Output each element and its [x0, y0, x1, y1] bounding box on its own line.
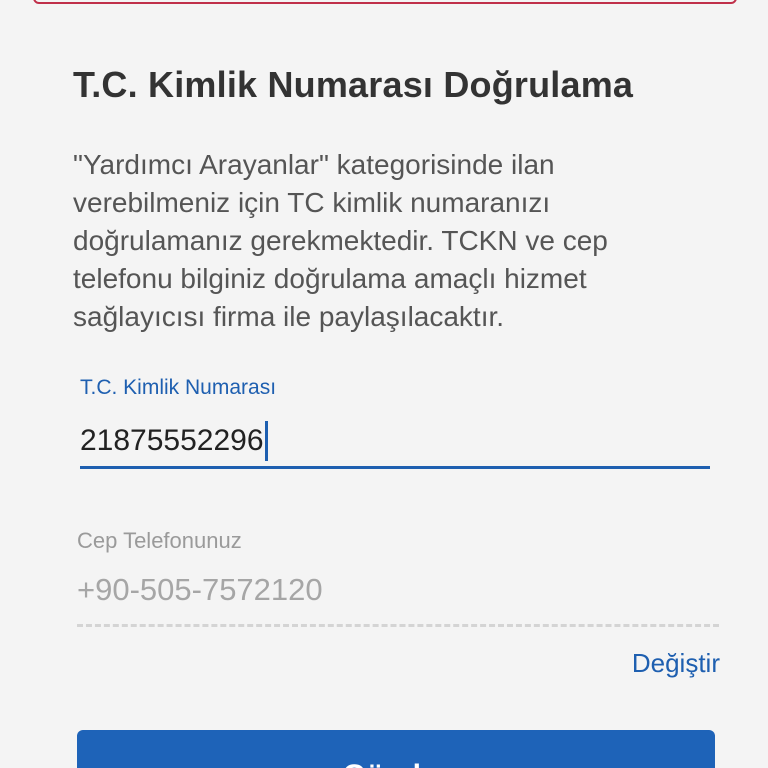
verification-description: "Yardımcı Arayanlar" kategorisinde ilan … [73, 149, 608, 332]
tc-number-input[interactable]: 21875552296 [80, 416, 710, 469]
previous-card-edge [33, 0, 737, 4]
change-phone-link[interactable]: Değiştir [632, 648, 720, 679]
page-title: T.C. Kimlik Numarası Doğrulama [73, 64, 634, 105]
tc-number-label: T.C. Kimlik Numarası [80, 376, 277, 399]
phone-field: +90-505-7572120 [77, 572, 323, 607]
phone-label: Cep Telefonunuz [77, 528, 242, 553]
verification-screen: T.C. Kimlik Numarası Doğrulama "Yardımcı… [0, 0, 768, 768]
tc-number-value: 21875552296 [80, 424, 264, 457]
phone-field-underline [77, 624, 719, 627]
submit-button[interactable]: Gönder [77, 730, 715, 768]
text-caret [264, 421, 268, 461]
